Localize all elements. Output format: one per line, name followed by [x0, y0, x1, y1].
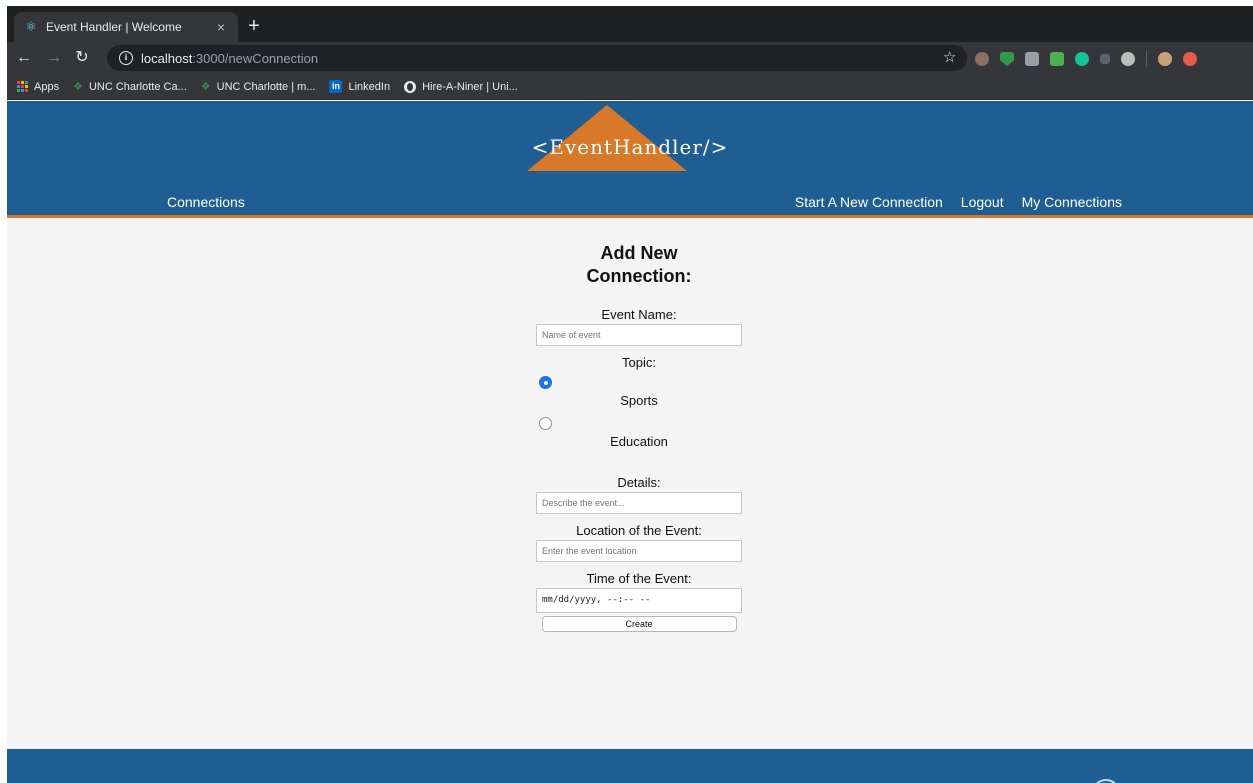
bookmark-label: UNC Charlotte Ca...	[88, 80, 187, 93]
globe-icon	[404, 80, 417, 93]
shield-extension-icon[interactable]	[1000, 52, 1014, 66]
nav-start-new-connection[interactable]: Start A New Connection	[795, 194, 943, 210]
bookmark-linkedin[interactable]: in LinkedIn	[329, 80, 390, 93]
leaf-icon: ❖	[73, 81, 83, 93]
tab-strip: ⚛ Event Handler | Welcome × +	[7, 6, 1253, 42]
forward-arrow-icon[interactable]: →	[43, 47, 65, 69]
location-input[interactable]	[536, 540, 742, 562]
react-icon: ⚛	[25, 19, 37, 34]
url-host: localhost	[141, 50, 193, 66]
footer-logo-icon	[1092, 779, 1120, 783]
details-input[interactable]	[536, 492, 742, 514]
browser-toolbar: ← → ↻ i localhost :3000/newConnection ☆	[7, 42, 1253, 74]
update-icon[interactable]	[1183, 52, 1197, 66]
bookmark-star-icon[interactable]: ☆	[943, 48, 956, 68]
extension-icon[interactable]	[1025, 52, 1039, 66]
bookmark-unc-charlotte-m[interactable]: ❖ UNC Charlotte | m...	[200, 80, 316, 94]
sports-radio[interactable]	[539, 376, 552, 389]
education-label: Education	[610, 434, 668, 449]
close-icon[interactable]: ×	[214, 19, 228, 35]
bookmark-hire-a-niner[interactable]: Hire-A-Niner | Uni...	[404, 80, 518, 93]
time-input[interactable]: mm/dd/yyyy, --:-- --	[536, 588, 742, 613]
bookmark-label: LinkedIn	[348, 80, 391, 93]
details-label: Details:	[617, 475, 661, 490]
bookmark-label: Apps	[34, 80, 60, 93]
toolbar-separator	[1146, 51, 1147, 67]
extension-icon[interactable]	[975, 52, 989, 66]
nav-right: Start A New Connection Logout My Connect…	[795, 194, 1122, 210]
topic-option-sports	[534, 376, 744, 389]
education-radio[interactable]	[539, 417, 552, 430]
address-bar[interactable]: i localhost :3000/newConnection	[107, 45, 967, 71]
leaf-icon: ❖	[200, 81, 211, 93]
site-footer	[7, 749, 1253, 783]
browser-tab[interactable]: ⚛ Event Handler | Welcome ×	[14, 12, 238, 42]
topic-option-education	[534, 417, 744, 430]
extensions-bar	[975, 51, 1197, 67]
site-header: <EventHandler/> Connections Start A New …	[7, 101, 1253, 218]
time-label: Time of the Event:	[586, 571, 692, 586]
bookmark-apps[interactable]: Apps	[17, 81, 59, 93]
create-button[interactable]: Create	[541, 616, 737, 632]
profile-avatar[interactable]	[1158, 52, 1172, 66]
bookmark-label: UNC Charlotte | m...	[216, 80, 316, 93]
extension-icon[interactable]	[1121, 52, 1135, 66]
bookmark-unc-charlotte-canvas[interactable]: ❖ UNC Charlotte Ca...	[73, 80, 187, 94]
grammarly-icon[interactable]	[1075, 52, 1089, 66]
event-name-label: Event Name:	[601, 307, 677, 322]
new-connection-form: Add New Connection: Event Name: Topic: S…	[534, 242, 744, 632]
reload-icon[interactable]: ↻	[71, 47, 93, 69]
tab-title: Event Handler | Welcome	[46, 20, 182, 34]
topic-label: Topic:	[622, 355, 656, 370]
site-logo[interactable]: <EventHandler/>	[7, 135, 1253, 159]
nav-my-connections[interactable]: My Connections	[1022, 194, 1122, 210]
info-icon[interactable]: i	[119, 51, 133, 65]
url-path: :3000/newConnection	[192, 50, 319, 66]
sports-label: Sports	[620, 393, 658, 408]
back-arrow-icon[interactable]: ←	[13, 47, 35, 69]
bookmarks-bar: Apps ❖ UNC Charlotte Ca... ❖ UNC Charlot…	[7, 74, 1253, 100]
apps-grid-icon	[17, 81, 28, 92]
location-label: Location of the Event:	[576, 523, 702, 538]
mail-extension-icon[interactable]	[1050, 52, 1064, 66]
form-title: Add New Connection:	[586, 243, 692, 286]
new-tab-button[interactable]: +	[243, 15, 265, 37]
extension-icon[interactable]	[1100, 54, 1110, 64]
linkedin-icon: in	[329, 80, 343, 93]
browser-window: ⚛ Event Handler | Welcome × + ← → ↻ i lo…	[7, 6, 1253, 783]
bookmark-label: Hire-A-Niner | Uni...	[422, 80, 518, 93]
nav-connections[interactable]: Connections	[167, 194, 245, 210]
nav-logout[interactable]: Logout	[961, 194, 1004, 210]
event-name-input[interactable]	[536, 324, 742, 346]
